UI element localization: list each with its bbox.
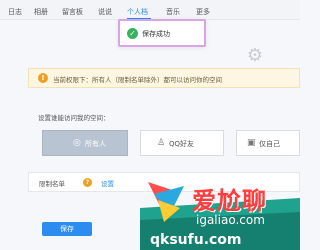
warning-icon: ! <box>38 73 48 83</box>
restriction-list-label: 限制名单 <box>39 180 65 188</box>
nav-item-diary[interactable]: 日志 <box>8 7 22 17</box>
restriction-list-settings-link[interactable]: 设置 <box>101 178 114 188</box>
option-qq-friends[interactable]: ♙ QQ好友 <box>140 130 224 156</box>
watermark-domain-secondary: qksufu.com <box>150 232 242 248</box>
option-only-me-label: 仅自己 <box>259 140 280 148</box>
nav-item-album[interactable]: 相册 <box>34 7 48 17</box>
nav-item-profile[interactable]: 个人档 <box>127 7 148 17</box>
nav-item-shuoshuo[interactable]: 说说 <box>98 7 112 17</box>
access-setting-label: 设置谁能访问我的空间： <box>38 114 110 122</box>
nav-item-more[interactable]: 更多 <box>196 7 210 17</box>
watermark-logo-text: 爱尬聊 <box>192 187 267 215</box>
save-success-toast: ✓ 保存成功 <box>118 19 206 47</box>
lock-icon: ▣ <box>247 138 256 148</box>
option-qq-friends-label: QQ好友 <box>169 140 195 148</box>
option-everyone[interactable]: ◎ 所有人 <box>42 130 128 156</box>
permission-notice: ! 当前权限下：所有人（限制名单除外）都可以访问你的空间 <box>28 68 300 88</box>
nav-item-message-board[interactable]: 留言板 <box>62 7 83 17</box>
help-icon[interactable]: ? <box>83 178 92 187</box>
option-only-me[interactable]: ▣ 仅自己 <box>236 130 300 156</box>
option-everyone-label: 所有人 <box>85 140 106 148</box>
toast-message: 保存成功 <box>142 30 170 38</box>
save-button[interactable]: 保存 <box>42 222 92 236</box>
site-watermark: 爱尬聊 igaliao.com qksufu.com <box>140 180 300 250</box>
check-circle-icon: ✓ <box>127 28 138 39</box>
watermark-domain: igaliao.com <box>196 213 265 227</box>
globe-icon: ◎ <box>73 138 81 148</box>
gear-icon: ⚙ <box>246 45 264 66</box>
friends-icon: ♙ <box>157 138 166 148</box>
nav-item-music[interactable]: 音乐 <box>166 7 180 17</box>
top-navigation: 日志 相册 留言板 说说 个人档 音乐 更多 <box>0 0 300 20</box>
notice-text: 当前权限下：所有人（限制名单除外）都可以访问你的空间 <box>53 76 222 84</box>
